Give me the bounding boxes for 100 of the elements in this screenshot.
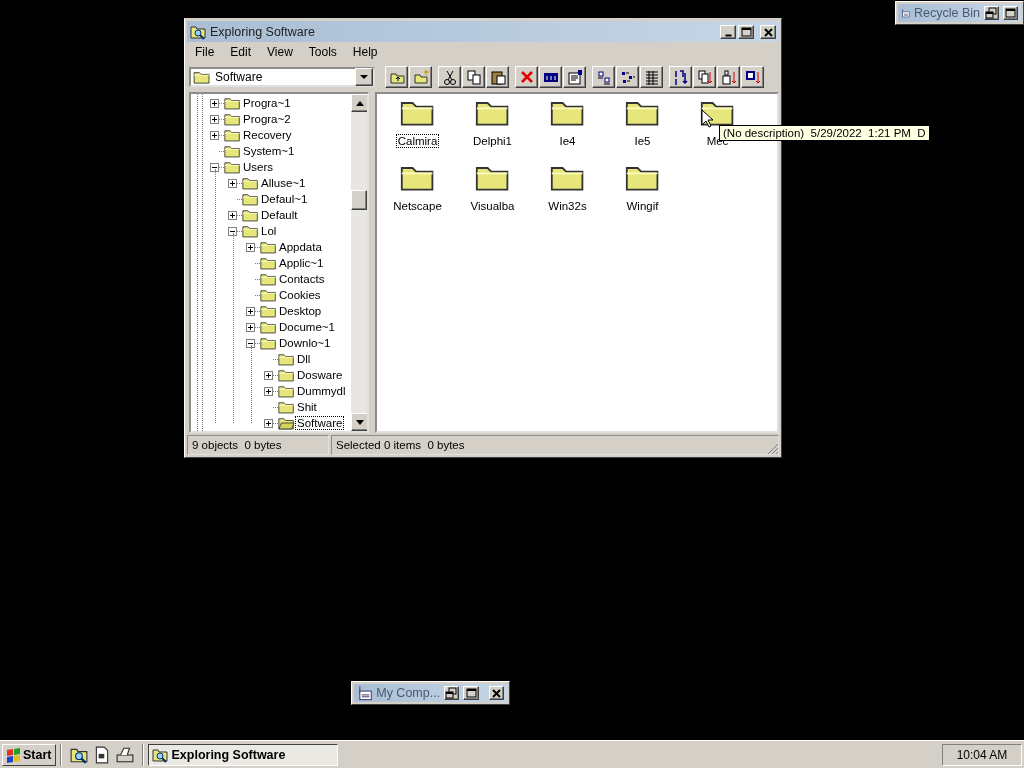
window-title: My Comp... [376,686,441,700]
rename-button[interactable] [539,66,562,88]
folder-label[interactable]: Wingif [625,200,660,212]
details-button[interactable] [640,66,663,88]
tree-item[interactable]: Appdata [278,241,323,253]
minimize-icon [724,33,732,37]
status-text: 9 objects 0 bytes [187,435,329,455]
cut-button[interactable] [438,66,461,88]
folder-label[interactable]: Visualba [469,200,516,212]
tree-item[interactable]: Docume~1 [278,321,336,333]
scroll-down-icon[interactable] [356,419,364,425]
scrollbar[interactable] [351,94,367,431]
tree-item[interactable]: Shit [296,401,318,413]
document-icon[interactable] [94,745,111,764]
maximize-icon [739,25,753,38]
collapse-icon[interactable] [210,162,219,172]
tree-item[interactable]: Cookies [278,289,322,301]
taskbar-button[interactable]: Exploring Software [148,743,339,766]
tree-item[interactable]: System~1 [242,145,296,157]
explorer-icon [190,23,206,40]
printer-icon[interactable] [116,745,135,764]
tree-item[interactable]: Dll [296,353,312,365]
folder-icon [242,176,259,190]
close-button[interactable] [760,24,776,39]
tree-item[interactable]: Lol [260,225,278,237]
expand-icon[interactable] [210,114,219,124]
expand-icon[interactable] [228,178,237,188]
maximize-button[interactable] [463,686,479,700]
clock: 10:04 AM [942,743,1022,766]
properties-button[interactable] [563,66,586,88]
expand-icon[interactable] [264,386,273,396]
scroll-thumb[interactable] [351,190,367,210]
tree-item[interactable]: Applic~1 [278,257,325,269]
expand-icon[interactable] [246,306,255,316]
folder-icon [278,368,295,382]
tree-item[interactable]: Users [242,161,275,173]
folder-label[interactable]: Netscape [392,200,443,212]
expand-icon[interactable] [264,370,273,380]
expand-icon[interactable] [210,130,219,140]
tree-item[interactable]: Default [260,209,299,221]
paste-button[interactable] [486,66,509,88]
expand-icon[interactable] [264,418,273,428]
tree-item[interactable]: Software [296,417,344,429]
collapse-icon[interactable] [228,226,237,236]
tree-item[interactable]: Downlo~1 [278,337,332,349]
properties-icon [566,69,583,85]
tree-item[interactable]: Contacts [278,273,326,285]
collapse-icon[interactable] [246,338,255,348]
copy-button[interactable] [462,66,485,88]
details-icon [643,69,660,85]
minimize-button[interactable] [720,24,736,39]
sort-by-date-button[interactable] [741,66,764,88]
delete-button[interactable] [515,66,538,88]
copy-icon [465,69,482,85]
restore-button[interactable] [444,686,460,700]
tree-item[interactable]: Recovery [242,129,293,141]
close-icon [761,25,775,38]
menu-item[interactable]: View [259,45,301,59]
dropdown-button[interactable] [355,68,373,86]
up-folder-button[interactable] [385,66,408,88]
folder-icon [260,336,277,350]
tree-item[interactable]: Defaul~1 [260,193,309,205]
delete-icon [518,69,535,85]
maximize-button[interactable] [738,24,754,39]
menu-item[interactable]: File [187,45,223,59]
menu-item[interactable]: Help [344,45,386,59]
close-button[interactable] [488,686,504,700]
scroll-up-icon[interactable] [356,100,364,106]
sort-by-size-button[interactable] [717,66,740,88]
close-icon [489,687,503,699]
tree-item[interactable]: Desktop [278,305,323,317]
sort-by-name-button[interactable] [669,66,692,88]
expand-icon[interactable] [246,242,255,252]
folder-label[interactable]: Delphi1 [472,135,513,147]
folder-label[interactable]: Win32s [547,200,588,212]
minimized-window[interactable]: Recycle Bin [895,1,1024,25]
resize-grip-icon[interactable] [767,443,779,455]
sort-by-type-button[interactable] [693,66,716,88]
menu-item[interactable]: Edit [222,45,260,59]
paste-icon [489,69,506,85]
tree-item[interactable]: Dosware [296,369,344,381]
folder-label[interactable]: Ie5 [633,135,652,147]
expand-icon[interactable] [228,210,237,220]
maximize-button[interactable] [1003,6,1018,20]
restore-button[interactable] [984,6,999,20]
start-button[interactable]: Start [2,743,57,766]
open-folder-icon [278,416,295,430]
tree-item[interactable]: Progra~1 [242,97,292,109]
menu-item[interactable]: Tools [300,45,345,59]
tree-item[interactable]: Progra~2 [242,113,292,125]
new-folder-button[interactable] [409,66,432,88]
tree-item[interactable]: Alluse~1 [260,177,307,189]
address-combo[interactable]: Software [189,67,375,87]
folder-label[interactable]: Ie4 [558,135,577,147]
large-icons-icon [595,69,612,85]
folder-label[interactable]: Calmira [396,135,439,147]
expand-icon[interactable] [246,322,255,332]
minimized-window[interactable]: My Comp... [351,681,510,705]
expand-icon[interactable] [210,98,219,108]
tree-item[interactable]: Dummydl [296,385,347,397]
